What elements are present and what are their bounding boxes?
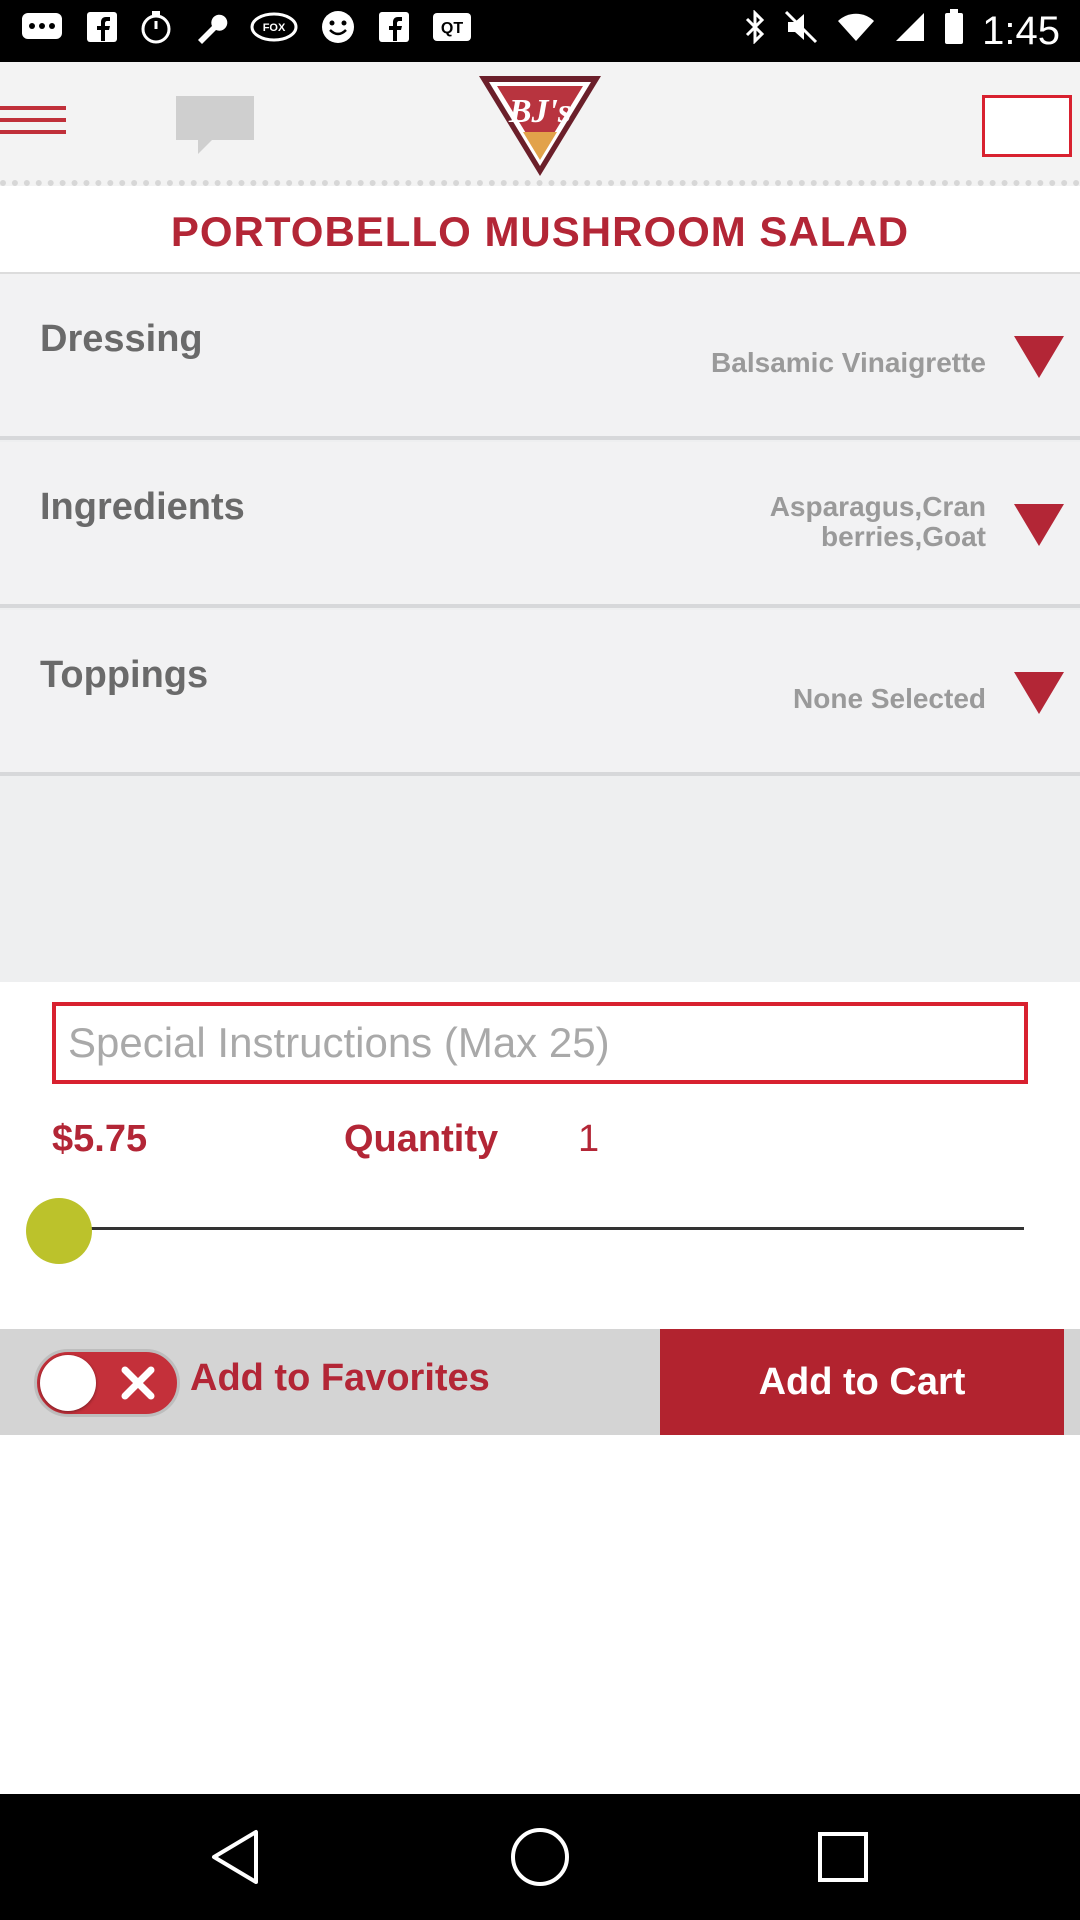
system-status: 1:45 bbox=[744, 9, 1060, 54]
quantity-value: 1 bbox=[578, 1118, 600, 1160]
option-value: Asparagus,Cranberries,Goat bbox=[769, 491, 986, 552]
svg-text:BJ's: BJ's bbox=[508, 93, 571, 130]
quantity-slider-track[interactable] bbox=[58, 1227, 1024, 1230]
item-title: PORTOBELLO MUSHROOM SALAD bbox=[170, 208, 910, 255]
wrench-icon bbox=[194, 10, 228, 53]
facebook-icon bbox=[86, 11, 118, 52]
fox-sports-icon: FOX bbox=[250, 12, 298, 51]
svg-text:QT: QT bbox=[441, 20, 463, 37]
app-header: BJ's bbox=[0, 62, 1080, 186]
item-price: $5.75 bbox=[52, 1118, 148, 1160]
favorites-toggle[interactable] bbox=[34, 1349, 180, 1417]
quantity-label: Quantity bbox=[344, 1118, 499, 1160]
navigation-bar bbox=[0, 1794, 1080, 1920]
option-label: Dressing bbox=[40, 318, 203, 360]
action-bar: Add to Favorites Add to Cart bbox=[0, 1329, 1080, 1435]
mute-icon bbox=[784, 10, 818, 52]
clock: 1:45 bbox=[982, 8, 1060, 53]
bjs-logo[interactable]: BJ's bbox=[475, 72, 605, 180]
svg-text:FOX: FOX bbox=[263, 22, 286, 34]
notification-icons: FOX QT bbox=[20, 9, 472, 54]
chat-icon[interactable] bbox=[172, 92, 258, 158]
toggle-knob bbox=[40, 1355, 96, 1411]
status-bar: FOX QT 1:45 bbox=[0, 0, 1080, 62]
favorites-label[interactable]: Add to Favorites bbox=[190, 1357, 490, 1400]
wifi-icon bbox=[836, 11, 876, 51]
qt-icon: QT bbox=[432, 12, 472, 51]
option-label: Ingredients bbox=[40, 486, 245, 528]
dropdown-arrow-icon[interactable] bbox=[1014, 672, 1064, 714]
bluetooth-icon bbox=[744, 9, 766, 52]
close-icon bbox=[119, 1364, 157, 1402]
smiley-icon bbox=[320, 9, 356, 54]
home-icon[interactable] bbox=[507, 1824, 573, 1890]
quantity-slider-thumb[interactable] bbox=[26, 1198, 92, 1264]
option-value: None Selected bbox=[793, 683, 986, 714]
stopwatch-icon bbox=[140, 10, 172, 53]
special-instructions-input[interactable] bbox=[52, 1002, 1028, 1084]
back-icon[interactable] bbox=[204, 1824, 270, 1890]
option-row-ingredients[interactable]: Ingredients Asparagus,Cranberries,Goat bbox=[0, 442, 1080, 608]
cart-box[interactable] bbox=[982, 95, 1072, 157]
option-value: Balsamic Vinaigrette bbox=[711, 347, 986, 378]
battery-icon bbox=[944, 9, 964, 53]
add-to-cart-button[interactable]: Add to Cart bbox=[660, 1329, 1064, 1435]
recents-icon[interactable] bbox=[810, 1824, 876, 1890]
cell-signal-icon bbox=[894, 11, 926, 51]
hamburger-icon[interactable] bbox=[0, 106, 66, 142]
option-row-dressing[interactable]: Dressing Balsamic Vinaigrette bbox=[0, 274, 1080, 440]
options-area: Dressing Balsamic Vinaigrette Ingredient… bbox=[0, 274, 1080, 982]
dropdown-arrow-icon[interactable] bbox=[1014, 336, 1064, 378]
item-title-bar: PORTOBELLO MUSHROOM SALAD bbox=[0, 192, 1080, 274]
dropdown-arrow-icon[interactable] bbox=[1014, 504, 1064, 546]
option-label: Toppings bbox=[40, 654, 209, 696]
facebook-icon bbox=[378, 11, 410, 52]
option-row-toppings[interactable]: Toppings None Selected bbox=[0, 610, 1080, 776]
messenger-icon bbox=[20, 11, 64, 52]
